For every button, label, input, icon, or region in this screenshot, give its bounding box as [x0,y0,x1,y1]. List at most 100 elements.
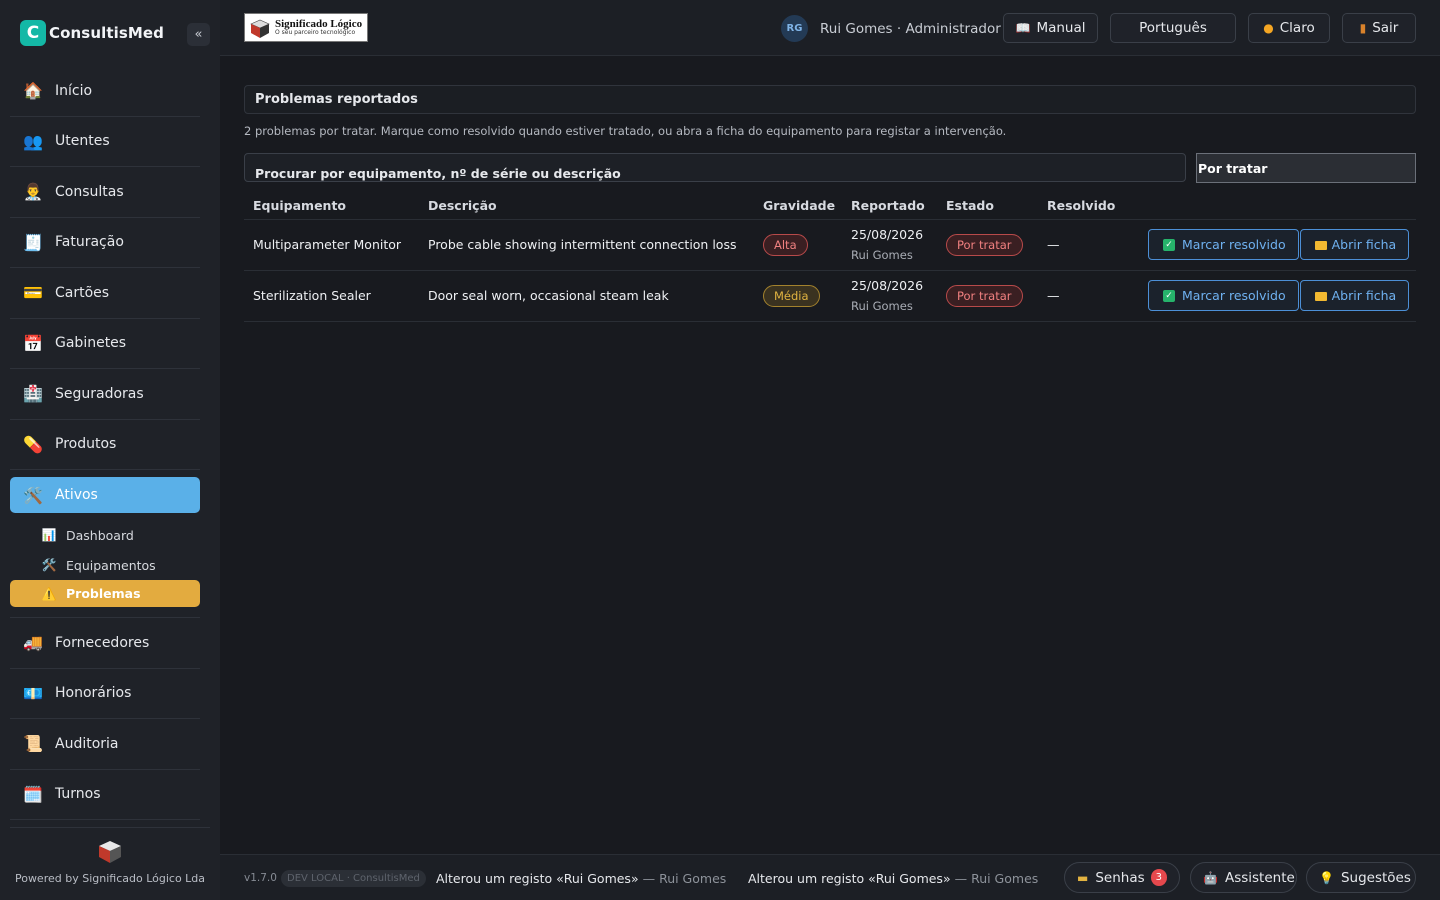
sidebar-item-auditoria[interactable]: 📜 Auditoria [10,719,200,770]
manual-label: Manual [1036,20,1086,36]
search-input[interactable]: Procurar por equipamento, nº de série ou… [244,153,1186,182]
assistant-button[interactable]: 🤖 Assistente [1190,862,1297,893]
reported-by: Rui Gomes [851,247,913,262]
column-header[interactable]: Descrição [419,193,754,220]
severity-cell: Alta [754,219,842,271]
sidebar-item-label: Honorários [55,685,132,702]
table-row: Multiparameter Monitor Probe cable showi… [244,219,1416,271]
sidebar-subitem-label: Equipamentos [66,557,156,573]
sidebar-subitem-label: Dashboard [66,527,134,543]
sidebar-item-turnos[interactable]: 🗓️ Turnos [10,770,200,820]
tickets-label: Senhas [1095,869,1145,886]
column-header[interactable]: Estado [937,193,1038,220]
column-header-actions [1122,193,1416,220]
open-record-button[interactable]: Abrir ficha [1299,229,1410,260]
sidebar-subitem-dashboard[interactable]: 📊 Dashboard [10,520,200,550]
folder-icon [1314,241,1327,250]
problems-table: Equipamento Descrição Gravidade Reportad… [244,193,1416,322]
sidebar-item-consultas[interactable]: 👨‍⚕️ Consultas [10,167,200,218]
activity-log-item[interactable]: Alterou um registo «Rui Gomes» — Rui Gom… [748,871,1038,886]
sidebar-item-gabinetes[interactable]: 📅 Gabinetes [10,319,200,369]
sidebar-item-inicio[interactable]: 🏠 Início [10,66,200,117]
language-button[interactable]: Português [1110,13,1236,43]
brand[interactable]: C ConsultisMed [20,20,164,46]
severity-badge: Alta [763,233,808,256]
resolved-cell: — [1038,219,1122,271]
robot-icon: 🤖 [1203,870,1218,885]
avatar[interactable]: RG [781,15,808,42]
manual-button[interactable]: 📖 Manual [1003,13,1098,43]
bar-chart-icon: 📊 [41,528,57,542]
activity-user: — Rui Gomes [954,871,1039,886]
folder-icon [1314,292,1327,301]
suggestions-button[interactable]: 💡 Sugestões [1306,862,1416,893]
footer-bar: v1.7.0 DEV LOCAL · ConsultisMed Alterou … [220,854,1440,900]
people-icon: 👥 [23,131,43,151]
logout-button[interactable]: ▮ Sair [1342,13,1416,43]
brand-logo-icon: C [20,20,46,46]
sidebar-item-label: Produtos [55,436,117,453]
doctor-icon: 👨‍⚕️ [23,182,43,202]
column-header[interactable]: Resolvido [1038,193,1122,220]
sidebar-item-label: Gabinetes [55,335,127,352]
column-header[interactable]: Reportado [842,193,937,220]
tickets-button[interactable]: ▬ Senhas 3 [1064,862,1180,893]
reported-date: 25/08/2026 [851,226,924,242]
sidebar-item-label: Utentes [55,133,110,150]
receipt-icon: 🧾 [23,232,43,252]
sidebar-item-fornecedores[interactable]: 🚚 Fornecedores [10,618,200,669]
ticket-icon: ▬ [1077,870,1089,885]
house-icon: 🏠 [23,81,43,101]
user-label: Rui Gomes · Administrador [820,21,1001,37]
status-badge: Por tratar [946,284,1023,307]
tools-icon: 🛠️ [41,558,57,572]
reported-cell: 25/08/2026 Rui Gomes [842,219,937,271]
sidebar-item-label: Faturação [55,234,124,251]
theme-label: Claro [1279,20,1315,36]
suggestions-label: Sugestões [1340,869,1411,886]
insurance-icon: 🏥 [23,384,43,404]
theme-toggle-button[interactable]: ● Claro [1248,13,1330,43]
sidebar-item-label: Turnos [55,786,101,803]
truck-icon: 🚚 [23,633,43,653]
column-header[interactable]: Equipamento [244,193,419,220]
status-filter-select[interactable]: Por tratar [1196,153,1416,183]
sidebar-item-faturacao[interactable]: 🧾 Faturação [10,218,200,268]
client-logo-icon [250,19,270,38]
check-icon: ✓ [1163,289,1175,302]
activity-action: Alterou um registo «Rui Gomes» [436,871,639,886]
tickets-count-badge: 3 [1150,869,1167,886]
mark-resolved-label: Marcar resolvido [1182,288,1286,303]
activity-action: Alterou um registo «Rui Gomes» [748,871,951,886]
collapse-sidebar-button[interactable]: « [187,23,210,46]
column-header[interactable]: Gravidade [754,193,842,220]
description-cell: Probe cable showing intermittent connect… [419,219,754,271]
activity-log-item[interactable]: Alterou um registo «Rui Gomes» — Rui Gom… [436,871,726,886]
open-record-button[interactable]: Abrir ficha [1299,280,1410,311]
calendar-icon: 📅 [23,333,43,353]
sidebar-item-produtos[interactable]: 💊 Produtos [10,420,200,470]
ativos-group: 🛠️ Ativos 📊 Dashboard 🛠️ Equipamentos ⚠️ Pro… [10,477,200,618]
sun-icon: ● [1263,21,1274,35]
sidebar-nav: 🏠 Início 👥 Utentes 👨‍⚕️ Consultas 🧾 Faturaçã… [10,66,200,820]
sidebar-item-label: Ativos [55,487,98,503]
activity-user: — Rui Gomes [642,871,727,886]
sidebar-item-cartoes[interactable]: 💳 Cartões [10,268,200,319]
sidebar-item-utentes[interactable]: 👥 Utentes [10,117,200,167]
sidebar-subitem-problemas[interactable]: ⚠️ Problemas [10,580,200,607]
mark-resolved-button[interactable]: ✓ Marcar resolvido [1148,280,1299,311]
sidebar-item-honorarios[interactable]: 💶 Honorários [10,669,200,719]
company-logo-icon [99,841,121,863]
description-cell: Door seal worn, occasional steam leak [419,270,754,322]
sidebar-item-ativos[interactable]: 🛠️ Ativos [10,477,200,513]
severity-cell: Média [754,270,842,322]
mark-resolved-button[interactable]: ✓ Marcar resolvido [1148,229,1299,260]
open-record-label: Abrir ficha [1331,237,1397,252]
sidebar-item-label: Consultas [55,183,124,200]
mark-resolved-label: Marcar resolvido [1182,237,1286,252]
sidebar-subitem-equipamentos[interactable]: 🛠️ Equipamentos [10,550,200,580]
pill-icon: 💊 [23,434,43,454]
status-cell: Por tratar [937,219,1038,271]
assistant-label: Assistente [1224,869,1295,886]
sidebar-item-seguradoras[interactable]: 🏥 Seguradoras [10,369,200,420]
